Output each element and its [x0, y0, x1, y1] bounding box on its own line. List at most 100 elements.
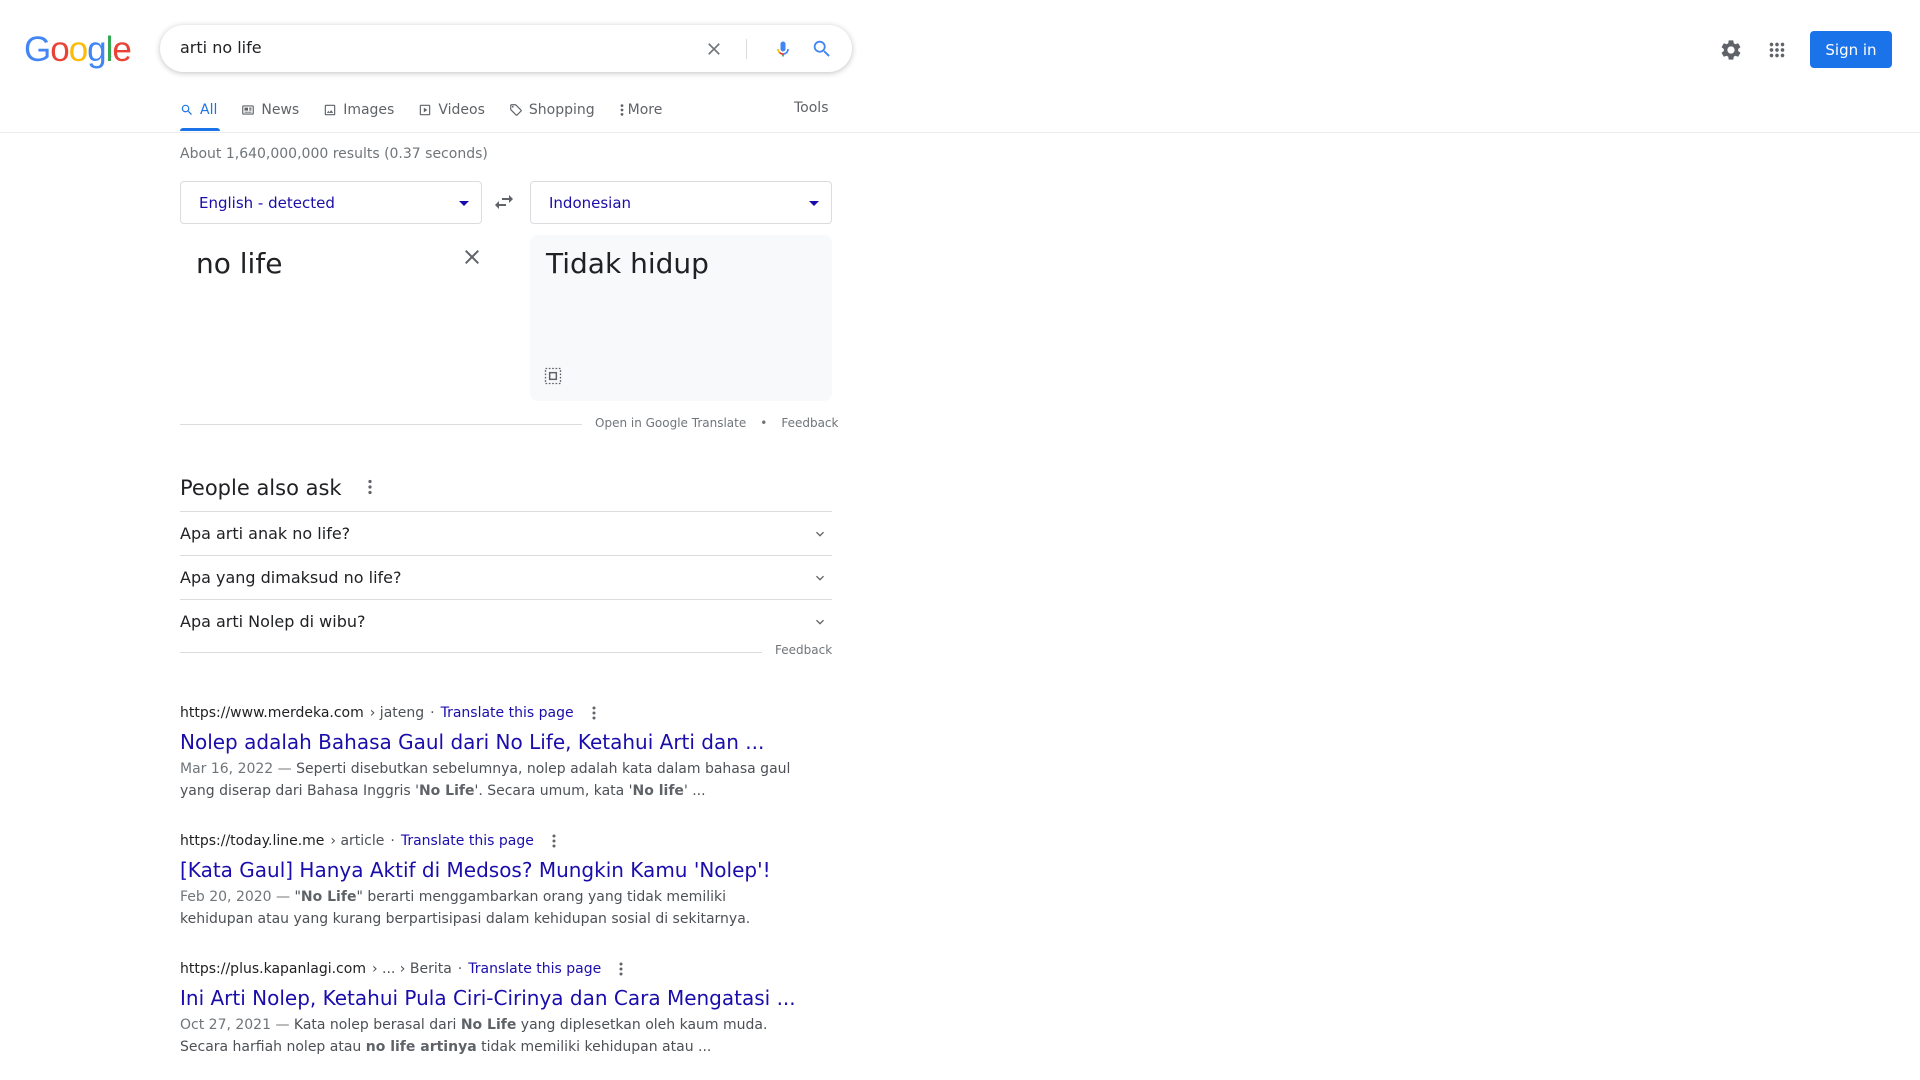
- close-icon: [708, 42, 720, 55]
- tab-label: Images: [343, 102, 395, 118]
- paa-feedback-link[interactable]: Feedback: [775, 643, 832, 657]
- result-path: › article: [330, 833, 385, 849]
- result-title-link[interactable]: Nolep adalah Bahasa Gaul dari No Life, K…: [180, 728, 800, 756]
- result-snippet: Oct 27, 2021 — Kata nolep berasal dari N…: [180, 1014, 800, 1058]
- translate-feedback-link[interactable]: Feedback: [781, 416, 838, 430]
- logo-letter: G: [24, 30, 51, 69]
- logo-letter: g: [87, 30, 106, 69]
- image-icon: [324, 104, 336, 116]
- gear-icon: [1721, 40, 1741, 60]
- tab-label: More: [627, 102, 663, 118]
- result-cite: https://plus.kapanlagi.com › ... › Berit…: [180, 958, 800, 980]
- paa-options-button[interactable]: [362, 478, 378, 500]
- result-snippet: Feb 20, 2020 — "No Life" berarti menggam…: [180, 886, 800, 930]
- source-text-input[interactable]: no life: [196, 247, 282, 280]
- video-icon: [420, 104, 431, 116]
- google-logo[interactable]: Google: [24, 30, 132, 70]
- translate-page-link[interactable]: Translate this page: [401, 833, 534, 849]
- mic-icon: [777, 41, 789, 56]
- more-vert-icon: [368, 479, 372, 495]
- paa-question[interactable]: Apa arti anak no life?: [180, 511, 832, 555]
- translate-page-link[interactable]: Translate this page: [468, 961, 601, 977]
- more-vert-icon[interactable]: [586, 705, 602, 721]
- result-title-link[interactable]: Ini Arti Nolep, Ketahui Pula Ciri-Ciriny…: [180, 984, 800, 1012]
- logo-letter: e: [112, 30, 131, 69]
- search-icon: [813, 40, 830, 57]
- tab-videos[interactable]: Videos: [418, 100, 485, 120]
- tab-shopping[interactable]: Shopping: [509, 100, 595, 120]
- sign-in-button[interactable]: Sign in: [1810, 31, 1892, 68]
- clear-source-button[interactable]: [460, 245, 484, 269]
- active-tab-indicator: [180, 128, 220, 131]
- paa-question-text: Apa arti Nolep di wibu?: [180, 612, 366, 631]
- result-stats: About 1,640,000,000 results (0.37 second…: [180, 146, 488, 162]
- result-title-link[interactable]: [Kata Gaul] Hanya Aktif di Medsos? Mungk…: [180, 856, 800, 884]
- translate-page-link[interactable]: Translate this page: [441, 705, 574, 721]
- source-language-select[interactable]: English - detected: [180, 181, 482, 224]
- dropdown-caret-icon: [809, 201, 819, 206]
- clear-search-button[interactable]: [694, 25, 734, 72]
- logo-letter: o: [50, 30, 69, 69]
- open-in-translate-link[interactable]: Open in Google Translate: [595, 416, 746, 430]
- paa-question[interactable]: Apa arti Nolep di wibu?: [180, 599, 832, 643]
- swap-languages-button[interactable]: [492, 190, 516, 214]
- apps-grid-icon: [1769, 42, 1785, 58]
- paa-question-text: Apa arti anak no life?: [180, 524, 351, 543]
- dropdown-caret-icon: [459, 201, 469, 206]
- separator-dot: ·: [430, 705, 435, 721]
- search-button[interactable]: [802, 25, 842, 72]
- search-result: https://today.line.me › article · Transl…: [180, 830, 800, 930]
- more-vert-icon[interactable]: [613, 961, 629, 977]
- target-language-label: Indonesian: [549, 193, 632, 212]
- chevron-down-icon: [816, 531, 824, 537]
- paa-heading: People also ask: [180, 476, 342, 500]
- tab-label: Videos: [438, 102, 485, 118]
- voice-search-button[interactable]: [763, 25, 803, 72]
- apps-button[interactable]: [1761, 34, 1793, 66]
- chevron-down-icon: [816, 619, 824, 625]
- tab-images[interactable]: Images: [323, 100, 394, 120]
- result-cite: https://today.line.me › article · Transl…: [180, 830, 800, 852]
- result-path: › ... › Berita: [371, 961, 452, 977]
- select-all-icon: [544, 367, 562, 385]
- result-date: Mar 16, 2022 —: [180, 761, 292, 777]
- logo-letter: l: [105, 30, 114, 69]
- settings-button[interactable]: [1715, 34, 1747, 66]
- translate-divider: [180, 424, 582, 425]
- tools-button[interactable]: Tools: [794, 100, 829, 116]
- separator-dot: ·: [390, 833, 395, 849]
- source-language-label: English - detected: [199, 193, 335, 212]
- search-box[interactable]: arti no life: [160, 25, 852, 72]
- search-result: https://plus.kapanlagi.com › ... › Berit…: [180, 958, 800, 1058]
- logo-letter: o: [68, 30, 88, 69]
- more-vert-icon[interactable]: [546, 833, 562, 849]
- tab-more[interactable]: More: [619, 100, 663, 120]
- copy-selection-button[interactable]: [543, 366, 563, 386]
- separator-dot: ·: [457, 961, 463, 977]
- target-language-select[interactable]: Indonesian: [530, 181, 832, 224]
- separator-dot: •: [760, 416, 768, 430]
- swap-icon: [495, 195, 513, 209]
- close-icon: [465, 250, 479, 264]
- search-icon: [181, 104, 192, 115]
- translated-text: Tidak hidup: [546, 247, 709, 280]
- more-vert-icon: [620, 104, 624, 116]
- paa-question[interactable]: Apa yang dimaksud no life?: [180, 555, 832, 599]
- result-snippet: Mar 16, 2022 — Seperti disebutkan sebelu…: [180, 758, 800, 802]
- search-input[interactable]: arti no life: [180, 38, 262, 57]
- result-domain[interactable]: https://today.line.me: [180, 833, 324, 849]
- paa-question-text: Apa yang dimaksud no life?: [180, 568, 402, 587]
- news-icon: [242, 105, 255, 115]
- result-cite: https://www.merdeka.com › jateng · Trans…: [180, 702, 800, 724]
- tab-all[interactable]: All: [180, 100, 217, 120]
- result-domain[interactable]: https://plus.kapanlagi.com: [180, 961, 366, 977]
- tab-label: Shopping: [528, 102, 595, 118]
- tab-label: News: [261, 102, 300, 118]
- tag-icon: [510, 104, 522, 116]
- result-domain[interactable]: https://www.merdeka.com: [180, 705, 364, 721]
- tab-news[interactable]: News: [241, 100, 299, 120]
- tab-label: All: [200, 102, 218, 118]
- translate-footer: Open in Google Translate • Feedback: [595, 416, 838, 430]
- paa-divider: [180, 652, 762, 653]
- result-path: › jateng: [369, 705, 425, 721]
